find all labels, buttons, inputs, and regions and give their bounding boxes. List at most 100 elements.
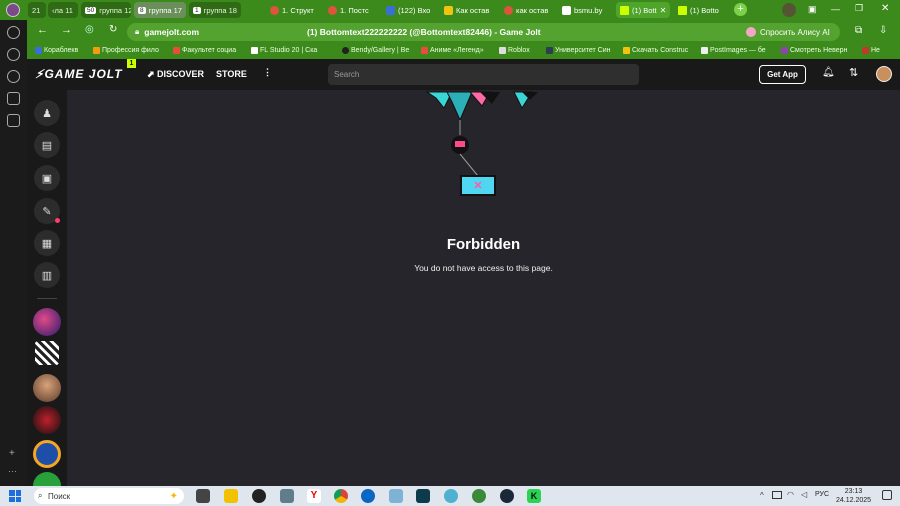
- app-icon[interactable]: [389, 489, 403, 503]
- tab-bsmu[interactable]: bsmu.by: [558, 2, 610, 18]
- tab-gamejolt-active[interactable]: (1) Bott ✕: [616, 2, 670, 18]
- chrome-icon[interactable]: [334, 489, 348, 503]
- logo-badge: 1: [127, 59, 136, 68]
- get-app-button[interactable]: Get App: [759, 65, 806, 84]
- app-icon[interactable]: [252, 489, 266, 503]
- calculator-icon[interactable]: [280, 489, 294, 503]
- back-icon[interactable]: ←: [37, 24, 48, 36]
- app-icon[interactable]: [361, 489, 375, 503]
- explorer-icon[interactable]: [224, 489, 238, 503]
- community-avatar[interactable]: [33, 374, 61, 402]
- bookmark-item[interactable]: Roblox: [499, 47, 530, 54]
- bookmark-item[interactable]: Кораблекв: [35, 47, 78, 54]
- steam-icon[interactable]: [500, 489, 514, 503]
- friends-icon[interactable]: ⇅: [849, 66, 858, 79]
- tab-structure[interactable]: 1. Структ: [266, 2, 318, 18]
- search-input[interactable]: Search: [328, 64, 639, 85]
- lock-icon: 🔒︎: [135, 27, 140, 36]
- minimize-icon[interactable]: —: [831, 4, 840, 14]
- bookmark-item[interactable]: PostImages — бе: [701, 47, 766, 54]
- tabs-overview-icon[interactable]: ▣: [808, 4, 817, 15]
- nav-discover[interactable]: ⬈ DISCOVER: [147, 69, 204, 80]
- more-menu-icon[interactable]: ⋮: [263, 67, 272, 78]
- bookmark-item[interactable]: Не: [862, 47, 880, 54]
- chat-icon[interactable]: ▦: [34, 230, 60, 256]
- battery-icon[interactable]: [772, 491, 782, 499]
- yandex-browser-icon[interactable]: Y: [307, 489, 321, 503]
- notifications-bell-icon[interactable]: 🔔︎: [822, 67, 835, 78]
- bookmark-item[interactable]: FL Studio 20 | Ска: [251, 47, 317, 54]
- tab-how-to-2[interactable]: как остав: [500, 2, 552, 18]
- extensions-icon[interactable]: ⧉: [855, 25, 862, 36]
- download-icon[interactable]: ⇩: [879, 25, 887, 36]
- wifi-icon[interactable]: ◠: [787, 490, 794, 499]
- user-avatar[interactable]: [876, 66, 892, 82]
- sidebar-app-icon[interactable]: [7, 48, 20, 61]
- reload-icon[interactable]: ↻: [109, 24, 117, 35]
- sidebar-more-icon[interactable]: ···: [8, 466, 17, 476]
- clock[interactable]: 23:13 24.12.2025: [836, 487, 871, 505]
- user-icon[interactable]: ♟: [34, 100, 60, 126]
- notification-center-icon[interactable]: [882, 490, 892, 500]
- app-icon[interactable]: [472, 489, 486, 503]
- community-avatar[interactable]: [33, 440, 61, 468]
- community-avatar[interactable]: [33, 308, 61, 336]
- sidebar-app-icon[interactable]: [7, 70, 20, 83]
- app-icon[interactable]: [416, 489, 430, 503]
- tab-posts[interactable]: 1. Постс: [324, 2, 376, 18]
- community-avatar[interactable]: [33, 406, 61, 434]
- bookmark-item[interactable]: Bendy/Gallery | Be: [342, 47, 409, 54]
- profile-icon[interactable]: [782, 3, 796, 17]
- tab-group-21[interactable]: 21: [28, 2, 46, 18]
- forward-icon[interactable]: →: [61, 24, 72, 36]
- bookmark-item[interactable]: Профессия фило: [93, 47, 159, 54]
- windows-start-icon[interactable]: [9, 490, 21, 502]
- tab-group-17[interactable]: 8 группа 17: [134, 2, 186, 18]
- history-icon[interactable]: [7, 26, 20, 39]
- tab-gamejolt-2[interactable]: (1) Botto: [674, 2, 728, 18]
- bookmark-item[interactable]: Аниме «Легенд»: [421, 47, 484, 54]
- browser-profile-avatar[interactable]: [6, 3, 20, 17]
- bookmark-item[interactable]: Скачать Construc: [623, 47, 688, 54]
- new-tab-plus-icon[interactable]: +: [734, 3, 747, 16]
- browser-sidebar: + ···: [0, 20, 27, 486]
- task-view-icon[interactable]: [196, 489, 210, 503]
- alice-icon: [746, 27, 756, 37]
- language-indicator[interactable]: РУС: [815, 491, 829, 498]
- tray-chevron-icon[interactable]: ^: [760, 491, 764, 500]
- taskbar-search[interactable]: ⌕ Поиск ✦: [34, 488, 184, 504]
- tab-group-18[interactable]: 1 группа 18: [189, 2, 241, 18]
- maximize-icon[interactable]: ❐: [855, 3, 863, 14]
- community-avatar[interactable]: [35, 341, 59, 365]
- bookmark-item[interactable]: Факультет социа: [173, 47, 236, 54]
- window-close-icon[interactable]: ✕: [881, 3, 889, 14]
- app-icon[interactable]: K: [527, 489, 541, 503]
- nav-store[interactable]: STORE: [216, 69, 247, 79]
- bookmark-icon: [93, 47, 100, 54]
- sidebar-add-icon[interactable]: +: [9, 448, 15, 459]
- store-icon[interactable]: ▤: [34, 132, 60, 158]
- gamejolt-left-rail: ♟ ▤ ▣ ✎ ▦ ▥: [27, 90, 67, 500]
- bag-icon[interactable]: ▣: [34, 165, 60, 191]
- sidebar-app-icon[interactable]: [7, 114, 20, 127]
- bookmark-icon: [35, 47, 42, 54]
- notification-dot: [55, 218, 60, 223]
- bookmark-item[interactable]: Смотреть Неверн: [781, 47, 847, 54]
- alice-button[interactable]: Спросить Алису AI: [740, 23, 840, 41]
- url-box[interactable]: 🔒︎ gamejolt.com (1) Bottomtext222222222 …: [127, 23, 767, 41]
- close-tab-icon[interactable]: ✕: [660, 6, 667, 15]
- app-icon[interactable]: [444, 489, 458, 503]
- bookmark-item[interactable]: Университет Син: [546, 47, 611, 54]
- tab-group-12[interactable]: 50 группа 12: [81, 2, 131, 18]
- forbidden-message: You do not have access to this page.: [414, 263, 553, 273]
- library-icon[interactable]: ▥: [34, 262, 60, 288]
- shield-icon[interactable]: ◎: [85, 24, 94, 35]
- sidebar-app-icon[interactable]: [7, 92, 20, 105]
- volume-icon[interactable]: ◁: [801, 490, 807, 499]
- tab-how-to-1[interactable]: Как остав: [440, 2, 495, 18]
- tab-group-11[interactable]: ‹ла 11: [48, 2, 78, 18]
- bookmark-icon: [701, 47, 708, 54]
- tab-inbox[interactable]: (122) Вхо: [382, 2, 434, 18]
- gamejolt-logo[interactable]: ⚡︎GAME JOLT: [35, 67, 123, 81]
- url-text[interactable]: gamejolt.com: [144, 27, 199, 37]
